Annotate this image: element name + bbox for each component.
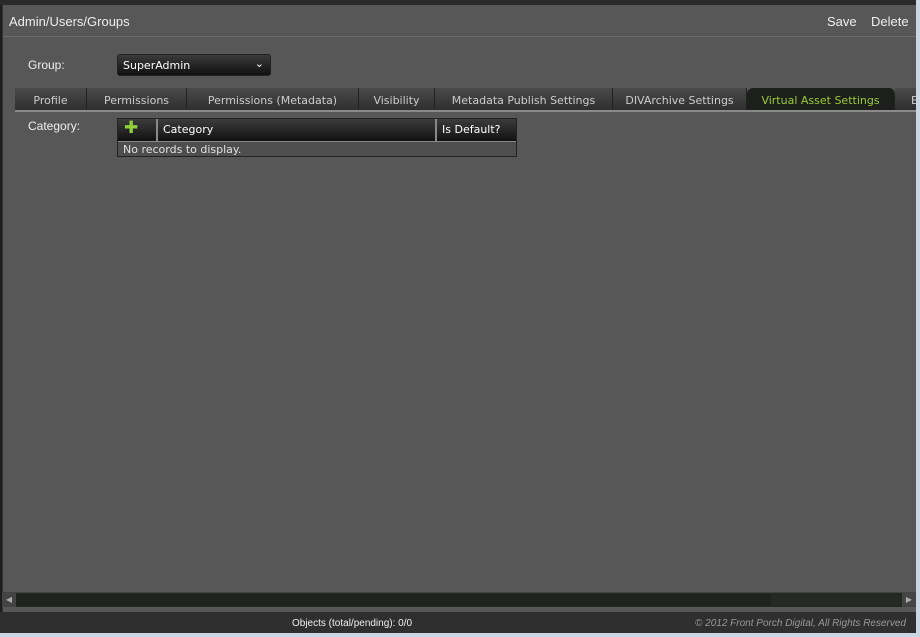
plus-icon[interactable]: ✚ [118, 119, 158, 141]
title-bar: Admin/Users/Groups Save Delete [3, 5, 917, 37]
group-label: Group: [28, 58, 65, 72]
scroll-thumb[interactable] [16, 594, 771, 606]
tab-divarchive-settings[interactable]: DIVArchive Settings [613, 88, 747, 110]
grid-header: ✚ Category Is Default? [118, 119, 516, 141]
tab-permissions[interactable]: Permissions [87, 88, 187, 110]
page-title: Admin/Users/Groups [9, 14, 130, 29]
category-grid: ✚ Category Is Default? No records to dis… [117, 118, 517, 157]
scroll-left-icon[interactable]: ◀ [2, 593, 16, 607]
tab-visibility[interactable]: Visibility [359, 88, 435, 110]
column-is-default[interactable]: Is Default? [437, 119, 516, 141]
empty-message: No records to display. [118, 141, 516, 157]
scroll-right-icon[interactable]: ▶ [902, 593, 916, 607]
copyright: © 2012 Front Porch Digital, All Rights R… [695, 618, 906, 629]
tab-bar: Profile Permissions Permissions (Metadat… [15, 86, 917, 112]
category-label: Category: [28, 119, 81, 133]
tab-overflow[interactable]: E [895, 88, 917, 110]
tab-permissions-metadata[interactable]: Permissions (Metadata) [187, 88, 359, 110]
tab-profile[interactable]: Profile [15, 88, 87, 110]
window-edge [916, 0, 920, 637]
window-edge-bottom [0, 633, 920, 637]
group-select-value: SuperAdmin [123, 59, 191, 72]
tab-metadata-publish-settings[interactable]: Metadata Publish Settings [435, 88, 613, 110]
column-category[interactable]: Category [158, 119, 437, 141]
save-button[interactable]: Save [827, 14, 857, 29]
status-bar: Objects (total/pending): 0/0 © 2012 Fron… [0, 612, 916, 633]
tab-virtual-asset-settings[interactable]: Virtual Asset Settings [747, 88, 895, 110]
group-select[interactable]: SuperAdmin ⌄ [117, 54, 271, 76]
objects-count: Objects (total/pending): 0/0 [292, 618, 413, 629]
chevron-down-icon: ⌄ [254, 57, 264, 70]
group-admin-panel: Admin/Users/Groups Save Delete Group: Su… [2, 5, 917, 612]
delete-button[interactable]: Delete [871, 14, 909, 29]
horizontal-scrollbar[interactable]: ◀ ▶ [2, 592, 916, 607]
